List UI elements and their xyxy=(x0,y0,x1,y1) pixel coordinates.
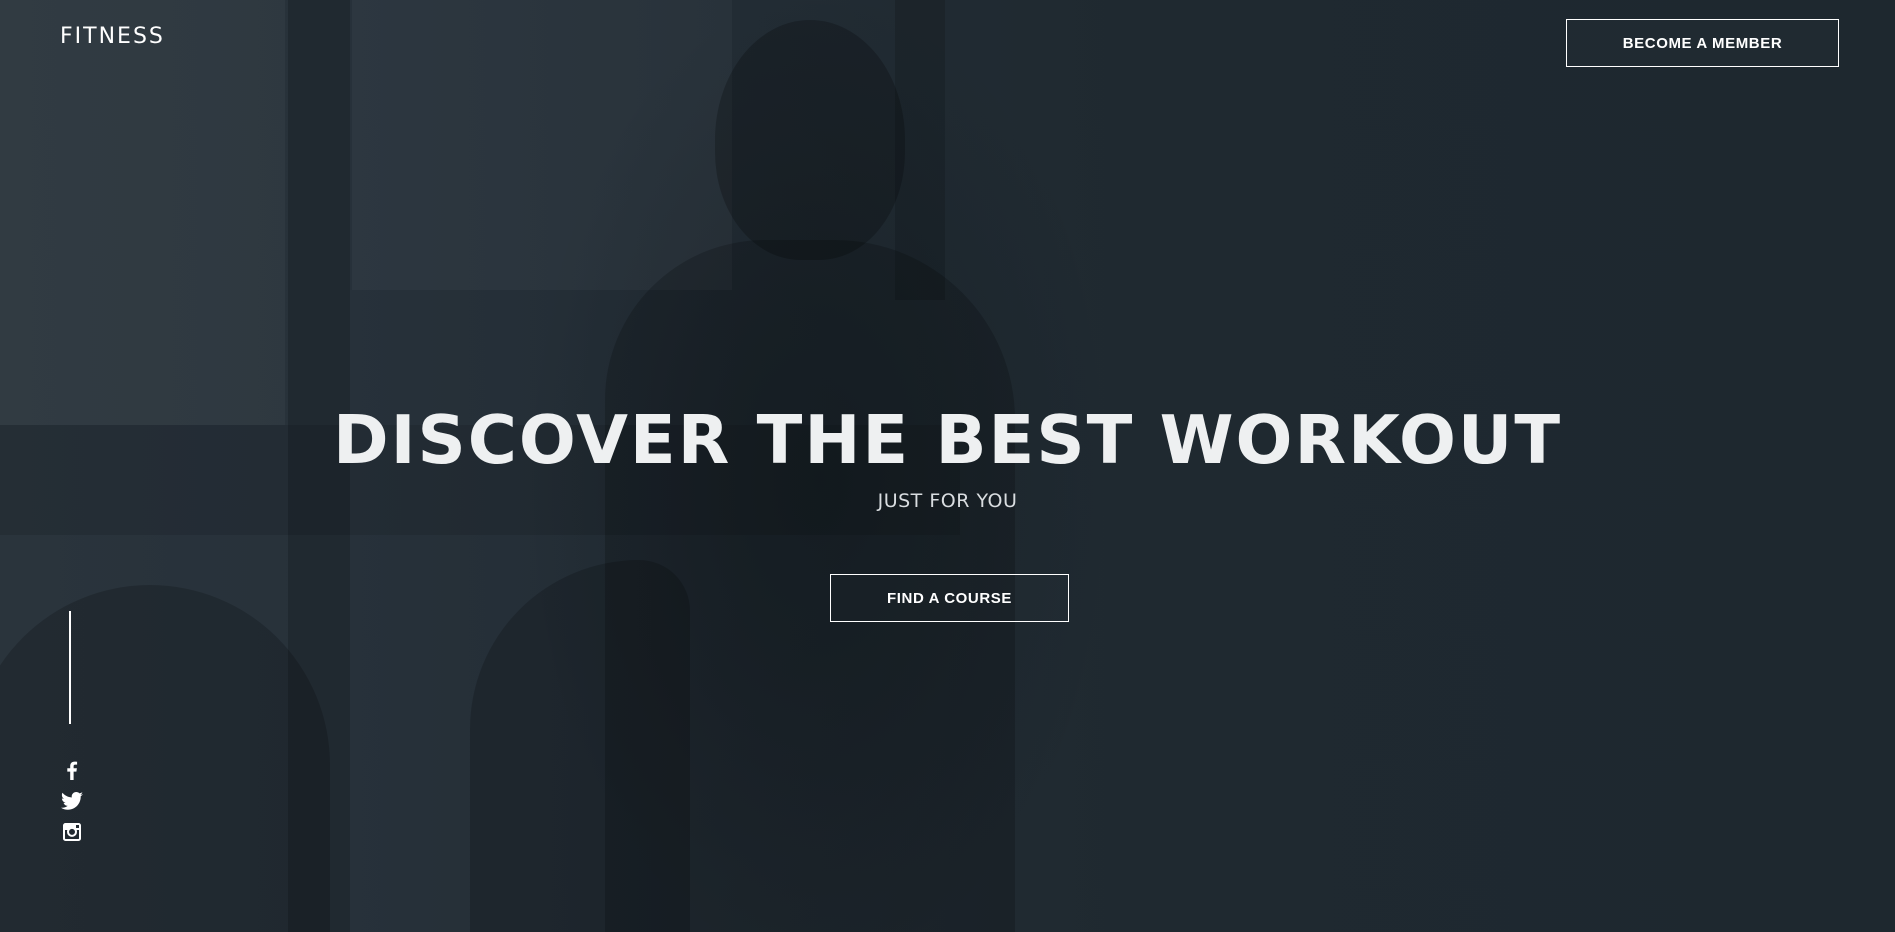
hero-section: FITNESS BECOME A MEMBER DISCOVER THE BES… xyxy=(0,0,1895,932)
find-course-button[interactable]: FIND A COURSE xyxy=(830,574,1069,622)
social-divider-line xyxy=(69,611,71,724)
instagram-icon[interactable] xyxy=(60,820,84,844)
brand-logo[interactable]: FITNESS xyxy=(60,24,165,49)
become-member-button[interactable]: BECOME A MEMBER xyxy=(1566,19,1839,67)
twitter-icon[interactable] xyxy=(60,789,84,813)
hero-subheadline: JUST FOR YOU xyxy=(877,490,1018,512)
hero-headline: DISCOVER THE BEST WORKOUT xyxy=(332,401,1563,479)
facebook-icon[interactable] xyxy=(60,758,84,782)
